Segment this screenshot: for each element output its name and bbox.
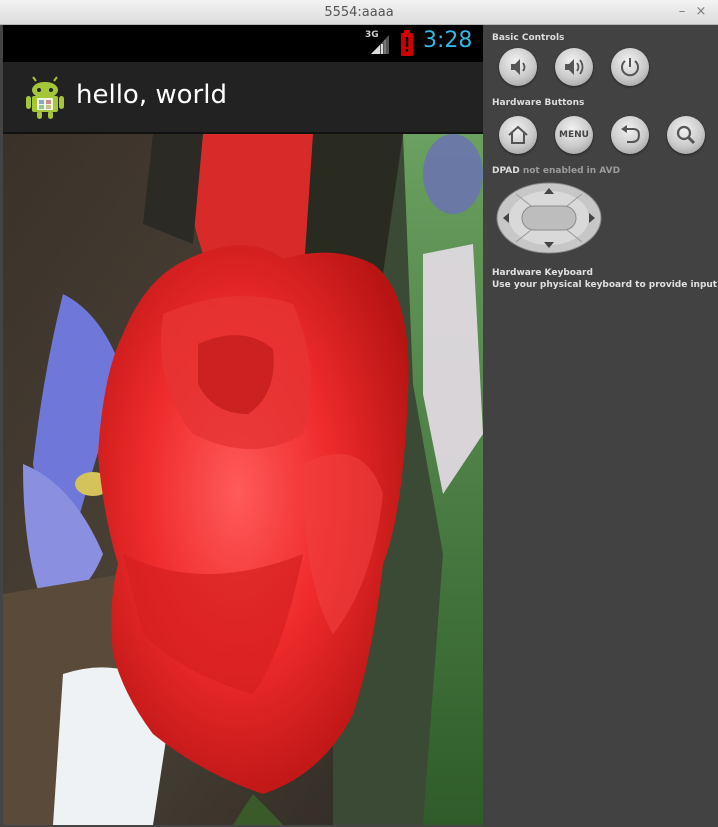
signal-icon: [371, 35, 389, 54]
search-button[interactable]: [667, 116, 705, 154]
volume-up-button[interactable]: [555, 48, 593, 86]
volume-down-button[interactable]: [499, 48, 537, 86]
dpad-status: not enabled in AVD: [522, 166, 621, 176]
hardware-buttons-label: Hardware Buttons: [492, 98, 585, 108]
search-icon: [676, 125, 696, 145]
keyboard-info: Hardware Keyboard Use your physical keyb…: [492, 267, 717, 291]
dpad-control[interactable]: [496, 182, 602, 254]
volume-up-icon: [565, 59, 584, 75]
device-screen[interactable]: 3G 3:28 hello, world: [3, 25, 483, 825]
keyboard-label: Hardware Keyboard: [492, 268, 593, 278]
window-title: 5554:aaaa: [324, 5, 394, 20]
close-button[interactable]: ×: [692, 3, 710, 21]
dpad-label: DPAD not enabled in AVD: [492, 166, 620, 176]
home-button[interactable]: [499, 116, 537, 154]
control-panel: Basic Controls Hardware Buttons MENU DPA…: [483, 25, 718, 827]
basic-controls-label: Basic Controls: [492, 33, 565, 43]
rose-photo: [3, 134, 483, 825]
volume-down-icon: [511, 59, 526, 75]
minimize-button[interactable]: –: [673, 3, 691, 21]
dpad-title: DPAD: [492, 166, 520, 176]
power-icon: [621, 58, 639, 77]
back-icon: [621, 125, 641, 143]
status-clock: 3:28: [423, 28, 473, 53]
title-bar[interactable]: 5554:aaaa – ×: [0, 0, 718, 25]
keyboard-hint: Use your physical keyboard to provide in…: [492, 280, 718, 290]
action-bar: hello, world: [3, 62, 483, 134]
status-bar: 3G 3:28: [3, 25, 483, 62]
power-button[interactable]: [611, 48, 649, 86]
menu-button[interactable]: MENU: [555, 116, 593, 154]
home-icon: [508, 125, 528, 144]
back-button[interactable]: [611, 116, 649, 154]
emulator-window: 5554:aaaa – × 3G 3:28 hello, world Basic…: [0, 0, 718, 827]
app-title: hello, world: [76, 80, 227, 110]
battery-alert-icon: [401, 30, 413, 56]
android-robot-icon[interactable]: [23, 76, 67, 120]
menu-label: MENU: [559, 130, 589, 140]
